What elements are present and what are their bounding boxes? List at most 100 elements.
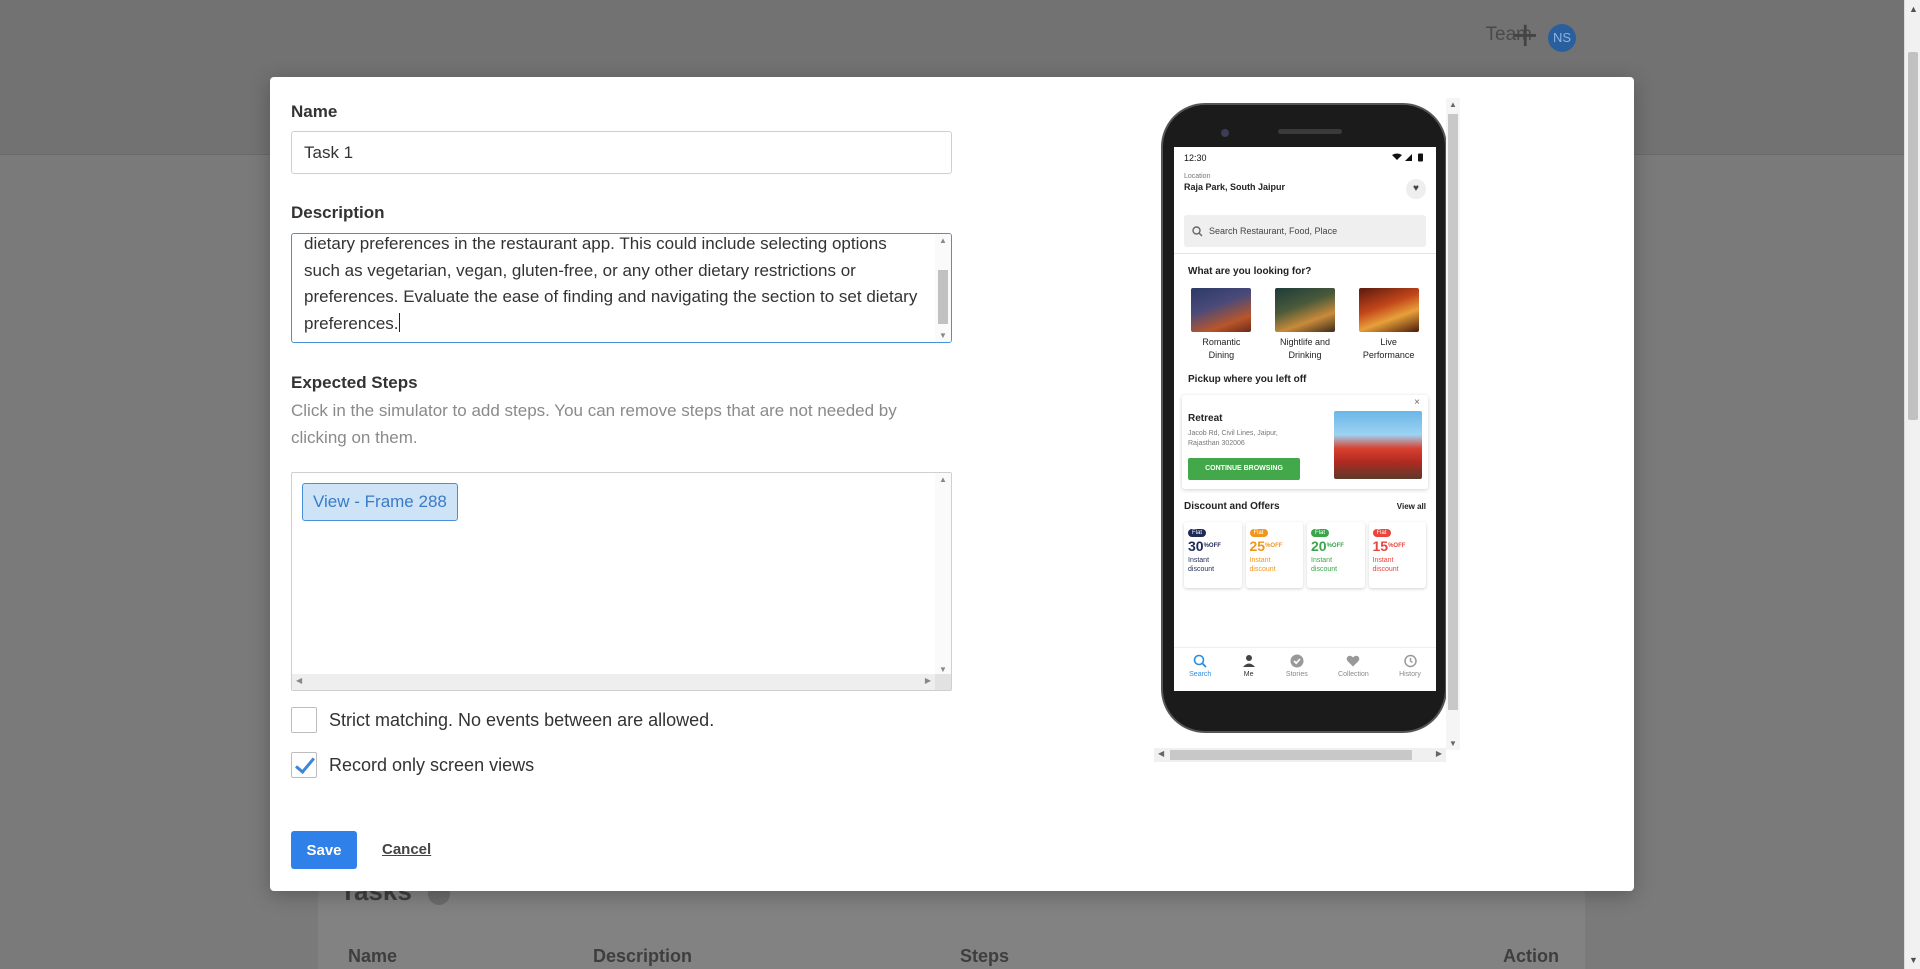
speaker-grille [1278,129,1342,134]
scroll-up-arrow-icon[interactable]: ▲ [1909,4,1918,14]
scroll-down-arrow-icon[interactable]: ▼ [1449,739,1457,748]
category-nightlife[interactable]: Nightlife and Drinking [1268,288,1343,362]
scroll-left-arrow-icon[interactable]: ◀ [1158,749,1164,758]
category-list: Romantic Dining Nightlife and Drinking Liv… [1174,288,1436,362]
nav-label: Me [1243,671,1254,678]
offers-list: Flat 30%OFF Instant discount Flat 25%OFF … [1174,522,1436,588]
page-scrollbar[interactable]: ▲ ▼ [1904,0,1920,969]
description-text[interactable]: dietary preferences in the restaurant ap… [304,234,927,337]
pickup-address: Jacob Rd, Civil Lines, Jaipur, Rajasthan … [1188,430,1278,447]
nav-search[interactable]: Search [1189,648,1211,691]
phone-screen[interactable]: 12:30 Location Raja Park, South Jaipur ♥ [1174,147,1436,691]
simulator-hscrollbar[interactable]: ◀ ▶ [1154,748,1446,762]
pickup-restaurant-name: Retreat [1188,413,1223,424]
record-screen-views-checkbox[interactable] [291,752,317,778]
offer-card[interactable]: Flat 20%OFF Instant discount [1307,522,1365,588]
column-header-description: Description [593,946,693,966]
location-name[interactable]: Raja Park, South Jaipur [1184,182,1426,192]
nav-label: Collection [1338,671,1369,678]
scroll-up-arrow-icon[interactable]: ▲ [1449,100,1457,109]
offer-value: 15%OFF [1372,538,1406,554]
simulator-vscroll-thumb[interactable] [1448,114,1458,710]
page-scroll-thumb[interactable] [1908,52,1918,420]
cancel-button[interactable]: Cancel [382,841,431,858]
offers-title: Discount and Offers [1184,501,1280,512]
steps-list[interactable]: View - Frame 288 ▲ ▼ ◀ ▶ [291,472,952,691]
offer-card[interactable]: Flat 30%OFF Instant discount [1184,522,1242,588]
category-label: Romantic Dining [1202,337,1241,360]
restaurant-image [1334,411,1422,479]
category-label: Nightlife and Drinking [1279,337,1331,360]
record-screen-views-label[interactable]: Record only screen views [329,755,534,776]
simulator-search-placeholder: Search Restaurant, Food, Place [1209,226,1338,236]
category-romantic-dining[interactable]: Romantic Dining [1184,288,1259,362]
looking-for-title: What are you looking for? [1188,266,1312,277]
description-label: Description [291,203,385,222]
offer-card[interactable]: Flat 15%OFF Instant discount [1369,522,1427,588]
simulator-hscroll-thumb[interactable] [1170,750,1412,760]
status-icons [1392,153,1426,164]
offer-text: Instant discount [1311,557,1338,573]
steps-vscrollbar[interactable]: ▲ ▼ [935,473,951,676]
offer-text: Instant discount [1249,557,1276,573]
nav-history[interactable]: History [1399,648,1421,691]
history-icon [1404,654,1417,668]
scroll-up-arrow-icon[interactable]: ▲ [939,236,947,245]
nav-stories[interactable]: Stories [1286,648,1308,691]
name-label: Name [291,102,338,121]
record-screen-views-row[interactable]: Record only screen views [291,752,534,778]
scroll-right-arrow-icon[interactable]: ▶ [925,676,931,685]
pickup-card[interactable]: × Retreat Jacob Rd, Civil Lines, Jaipur,… [1182,395,1428,489]
scroll-up-arrow-icon[interactable]: ▲ [939,475,947,484]
strict-matching-label[interactable]: Strict matching. No events between are a… [329,710,714,731]
status-bar: 12:30 [1174,147,1436,169]
offer-card[interactable]: Flat 25%OFF Instant discount [1246,522,1304,588]
offer-value: 25%OFF [1249,538,1283,554]
scroll-down-arrow-icon[interactable]: ▼ [939,665,947,674]
view-all-link[interactable]: View all [1397,502,1426,511]
save-button[interactable]: Save [291,831,357,869]
flat-badge: Flat [1249,529,1268,537]
category-image [1275,288,1335,332]
pickup-title: Pickup where you left off [1188,374,1307,385]
column-header-action: Action [1503,946,1559,966]
phone-mockup: 12:30 Location Raja Park, South Jaipur ♥ [1161,103,1447,733]
step-chip[interactable]: View - Frame 288 [302,483,458,521]
flat-badge: Flat [1311,529,1330,537]
bottom-nav: Search Me Stories Collection History [1174,647,1436,691]
scroll-down-arrow-icon[interactable]: ▼ [1909,955,1918,965]
category-label: Live Performance [1362,337,1415,360]
category-live-performance[interactable]: Live Performance [1351,288,1426,362]
name-input[interactable] [291,131,952,174]
offer-text: Instant discount [1188,557,1215,573]
scroll-down-arrow-icon[interactable]: ▼ [939,331,947,340]
simulator-search-bar[interactable]: Search Restaurant, Food, Place [1184,215,1426,247]
description-scroll-thumb[interactable] [938,270,948,324]
scroll-right-arrow-icon[interactable]: ▶ [1436,749,1442,758]
status-time: 12:30 [1184,153,1207,163]
strict-matching-row[interactable]: Strict matching. No events between are a… [291,707,714,733]
continue-browsing-button[interactable]: CONTINUE BROWSING [1188,458,1300,480]
strict-matching-checkbox[interactable] [291,707,317,733]
user-icon [1242,655,1255,667]
favorites-heart-icon[interactable]: ♥ [1406,179,1426,199]
nav-collection[interactable]: Collection [1338,648,1369,691]
description-textarea[interactable]: dietary preferences in the restaurant ap… [291,233,952,343]
nav-label: Search [1189,671,1212,678]
divider [1174,253,1436,254]
check-circle-icon [1290,654,1304,668]
search-icon [1193,654,1207,668]
nav-label: History [1399,671,1421,678]
simulator-vscrollbar[interactable]: ▲ ▼ [1446,98,1460,750]
add-icon[interactable]: + [1511,18,1540,52]
location-row[interactable]: Location Raja Park, South Jaipur ♥ [1174,173,1436,215]
simulator-frame[interactable]: 12:30 Location Raja Park, South Jaipur ♥ [1154,98,1460,762]
scroll-left-arrow-icon[interactable]: ◀ [296,676,302,685]
close-icon[interactable]: × [1414,397,1420,408]
nav-me[interactable]: Me [1242,648,1256,691]
description-scrollbar[interactable]: ▲ ▼ [935,234,951,342]
steps-hscrollbar[interactable]: ◀ ▶ [292,674,935,690]
text-caret [398,312,400,332]
expected-steps-label: Expected Steps [291,373,418,392]
avatar[interactable]: NS [1548,24,1576,52]
